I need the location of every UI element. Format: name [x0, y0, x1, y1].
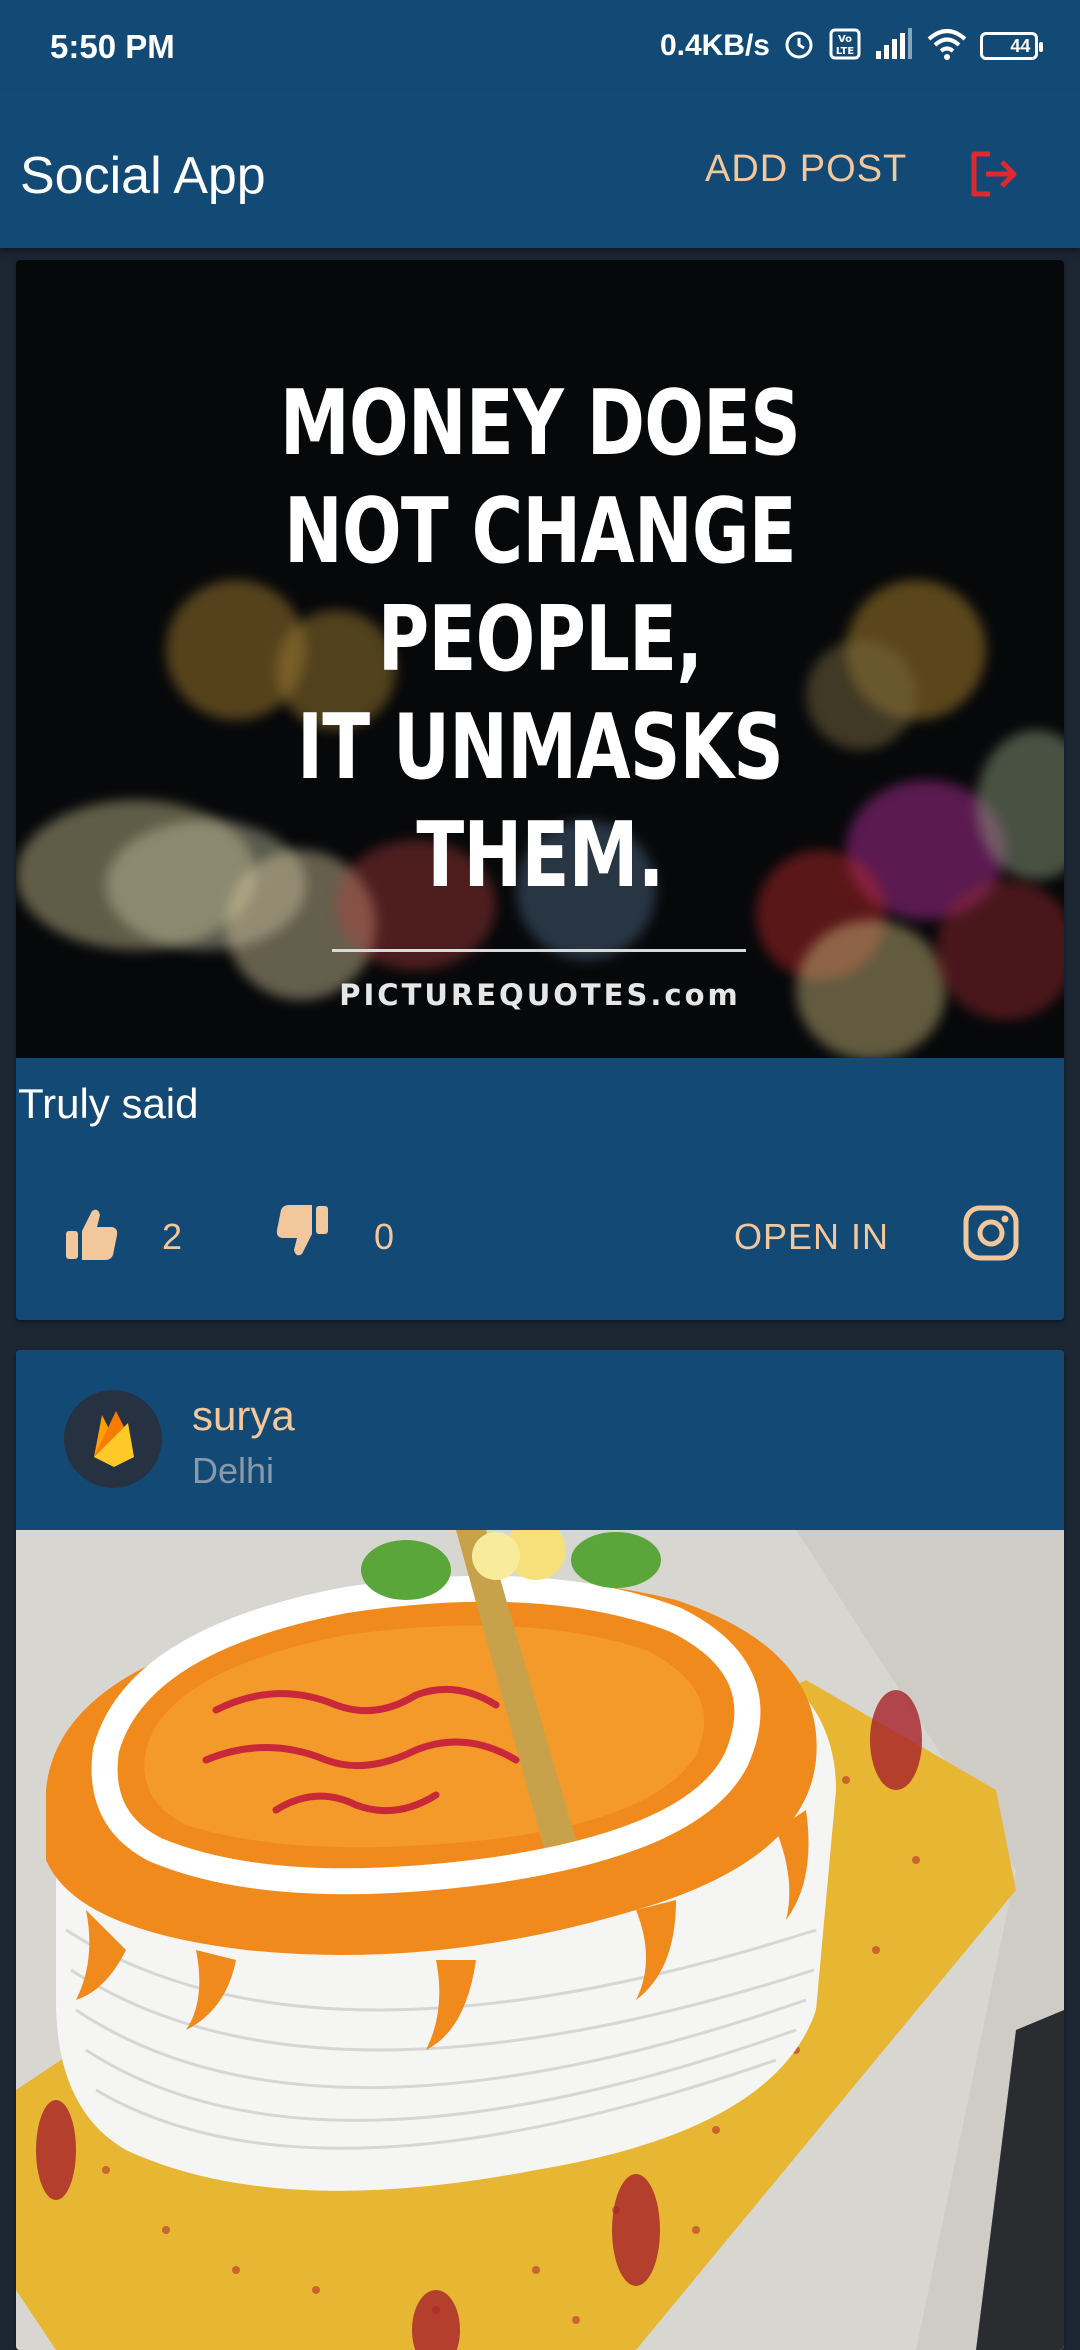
- post-image[interactable]: MONEY DOES NOT CHANGE PEOPLE, IT UNMASKS…: [16, 260, 1064, 1058]
- status-bar: 5:50 PM 0.4KB/s Vo LTE 44: [0, 0, 1080, 90]
- thumbs-up-icon[interactable]: [64, 1205, 120, 1263]
- add-post-button[interactable]: ADD POST: [705, 148, 907, 191]
- post-card: MONEY DOES NOT CHANGE PEOPLE, IT UNMASKS…: [16, 260, 1064, 1320]
- network-speed: 0.4KB/s: [659, 29, 770, 62]
- quote-line: PEOPLE,: [377, 587, 703, 692]
- quote-divider: [332, 949, 746, 952]
- instagram-icon[interactable]: [962, 1204, 1020, 1262]
- battery-icon: 44: [980, 32, 1043, 60]
- firebase-icon: [94, 1411, 134, 1467]
- quote-line: IT UNMASKS: [296, 695, 784, 800]
- app-title: Social App: [20, 147, 266, 205]
- alarm-icon: [782, 27, 816, 66]
- thumbs-down-icon[interactable]: [274, 1202, 330, 1260]
- avatar[interactable]: [64, 1390, 162, 1488]
- battery-level: 44: [1010, 35, 1031, 56]
- quote-line: THEM.: [416, 803, 664, 908]
- post-author[interactable]: surya: [192, 1392, 295, 1440]
- open-in-button[interactable]: OPEN IN: [734, 1216, 889, 1258]
- wifi-icon: [926, 27, 968, 66]
- app-bar: Social App ADD POST: [0, 90, 1080, 248]
- like-count: 2: [162, 1216, 183, 1257]
- post-location: Delhi: [192, 1450, 275, 1491]
- dislike-count: 0: [374, 1216, 395, 1257]
- signal-icon: [874, 27, 914, 66]
- volte-icon: Vo LTE: [828, 27, 862, 66]
- status-time: 5:50 PM: [50, 28, 175, 65]
- quote-text: MONEY DOES NOT CHANGE PEOPLE, IT UNMASKS…: [131, 370, 948, 910]
- post-caption: Truly said: [18, 1080, 199, 1127]
- status-icons: 0.4KB/s Vo LTE 44: [659, 24, 1043, 68]
- svg-text:LTE: LTE: [836, 46, 855, 57]
- logout-icon[interactable]: [966, 146, 1022, 202]
- post-actions: 2 0 OPEN IN: [16, 1180, 1064, 1290]
- post-card: surya Delhi: [16, 1350, 1064, 2350]
- quote-brand: PICTUREQUOTES.com: [339, 978, 741, 1012]
- quote-line: MONEY DOES: [279, 371, 801, 476]
- quote-line: NOT CHANGE: [284, 479, 797, 584]
- svg-text:Vo: Vo: [838, 34, 852, 45]
- post-image[interactable]: [16, 1530, 1064, 2350]
